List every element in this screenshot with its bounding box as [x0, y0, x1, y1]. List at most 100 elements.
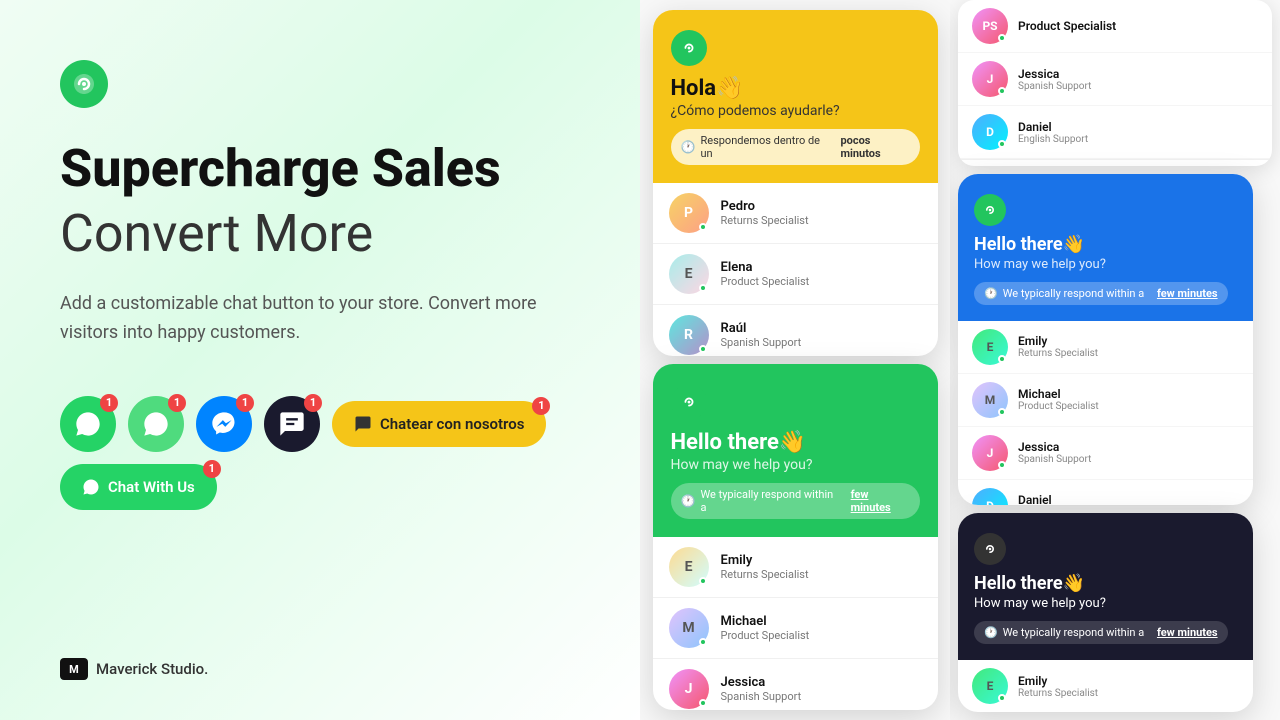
agent-role-emily-d: Returns Specialist [1018, 688, 1098, 699]
agent-name-jessica-g: Jessica [721, 675, 802, 690]
agent-role-michael-g: Product Specialist [721, 629, 810, 642]
widget-yellow-body: P Pedro Returns Specialist E Elena [653, 183, 938, 356]
maverick-logo: M Maverick Studio. [60, 658, 580, 680]
agent-name-michael-g: Michael [721, 614, 810, 629]
agent-name-emily-b: Emily [1018, 334, 1098, 348]
dark-response-text: We typically respond within a [1003, 626, 1145, 639]
agent-item-emily-b[interactable]: E Emily Returns Specialist [958, 321, 1253, 374]
widgets-col-left: Hola👋 ¿Cómo podemos ayudarle? 🕐 Responde… [640, 0, 950, 720]
badge-3: 1 [236, 394, 254, 412]
blue-response-text: We typically respond within a [1003, 287, 1145, 300]
page-headline: Supercharge Sales [60, 140, 580, 197]
widget-yellow-response-time: 🕐 Respondemos dentro de un pocos minutos [671, 129, 920, 165]
whatsapp-circle-btn-2[interactable]: 1 [128, 396, 184, 452]
agent-name-emily-g: Emily [721, 553, 809, 568]
agent-name-elena: Elena [721, 260, 810, 275]
blue-response-bold: few minutes [1157, 287, 1218, 300]
chat-with-us-btn[interactable]: Chat With Us 1 [60, 464, 217, 510]
widget-green: Hello there👋 How may we help you? 🕐 We t… [653, 364, 938, 710]
agent-item-pedro[interactable]: P Pedro Returns Specialist [653, 183, 938, 244]
chatear-btn[interactable]: Chatear con nosotros 1 [332, 401, 546, 447]
widget-dark-subgreeting: How may we help you? [974, 596, 1237, 611]
chat-circle-btn[interactable]: 1 [264, 396, 320, 452]
agent-name-daniel-top: Daniel [1018, 120, 1088, 134]
agent-role-jessica-g: Spanish Support [721, 690, 802, 703]
agent-name-specialist: Product Specialist [1018, 19, 1116, 33]
agent-item-emily-g[interactable]: E Emily Returns Specialist [653, 537, 938, 598]
agent-item-daniel-top[interactable]: D Daniel English Support [958, 106, 1272, 159]
widget-dark-logo [974, 533, 1006, 565]
agent-item-raul[interactable]: R Raúl Spanish Support [653, 305, 938, 356]
widget-dark-body: E Emily Returns Specialist [958, 660, 1253, 712]
response-time-bold: pocos minutos [840, 134, 909, 160]
widget-green-logo [671, 384, 707, 420]
agent-name-raul: Raúl [721, 321, 802, 336]
maverick-label: Maverick Studio. [96, 660, 208, 678]
widget-dark-header: Hello there👋 How may we help you? 🕐 We t… [958, 513, 1253, 660]
widget-green-greeting: Hello there👋 [671, 430, 920, 455]
agent-item-jessica-top[interactable]: J Jessica Spanish Support [958, 53, 1272, 106]
widgets-col-right: PS Product Specialist J Jessica Spanish … [950, 0, 1280, 720]
dark-response-bold: few minutes [1157, 626, 1218, 639]
agent-item-emily-d[interactable]: E Emily Returns Specialist [958, 660, 1253, 712]
agent-role-emily-g: Returns Specialist [721, 568, 809, 581]
agent-name-jessica-b: Jessica [1018, 440, 1091, 454]
agent-role-michael-b: Product Specialist [1018, 401, 1099, 412]
whatsapp-circle-btn-1[interactable]: 1 [60, 396, 116, 452]
response-time-text: Respondemos dentro de un [700, 134, 827, 160]
widget-dark-greeting: Hello there👋 [974, 573, 1237, 594]
logo-mark [60, 60, 108, 108]
badge-5: 1 [532, 397, 550, 415]
agent-item-michael-g[interactable]: M Michael Product Specialist [653, 598, 938, 659]
chatear-label: Chatear con nosotros [380, 415, 524, 433]
chat-buttons-row: 1 1 1 1 [60, 396, 580, 510]
chat-with-us-label: Chat With Us [108, 478, 195, 496]
agent-role-pedro: Returns Specialist [721, 214, 809, 227]
messenger-circle-btn[interactable]: 1 [196, 396, 252, 452]
widget-blue-subgreeting: How may we help you? [974, 257, 1237, 272]
agent-item-jessica-g[interactable]: J Jessica Spanish Support [653, 659, 938, 710]
agent-name-michael-b: Michael [1018, 387, 1099, 401]
widget-blue: Hello there👋 How may we help you? 🕐 We t… [958, 174, 1253, 505]
widget-blue-header: Hello there👋 How may we help you? 🕐 We t… [958, 174, 1253, 321]
agent-item-specialist-partial[interactable]: PS Product Specialist [958, 0, 1272, 53]
agent-name-daniel-b: Daniel [1018, 493, 1088, 505]
widget-green-subgreeting: How may we help you? [671, 457, 920, 473]
widget-blue-logo [974, 194, 1006, 226]
agent-role-jessica-top: Spanish Support [1018, 81, 1091, 92]
badge-6: 1 [203, 460, 221, 478]
agent-avatar-daniel-b: D [972, 488, 1008, 505]
right-panel: Hola👋 ¿Cómo podemos ayudarle? 🕐 Responde… [640, 0, 1280, 720]
agent-item-elena[interactable]: E Elena Product Specialist [653, 244, 938, 305]
badge-1: 1 [100, 394, 118, 412]
agent-item-daniel-b[interactable]: D Daniel English Support [958, 480, 1253, 505]
agent-role-emily-b: Returns Specialist [1018, 348, 1098, 359]
agent-item-jessica-b[interactable]: J Jessica Spanish Support [958, 427, 1253, 480]
widget-blue-body: E Emily Returns Specialist M Michael [958, 321, 1253, 505]
widget-blue-greeting: Hello there👋 [974, 234, 1237, 255]
widget-green-response-time: 🕐 We typically respond within a few minu… [671, 483, 920, 519]
agent-role-raul: Spanish Support [721, 336, 802, 349]
widget-yellow-subgreeting: ¿Cómo podemos ayudarle? [671, 103, 920, 119]
widget-yellow: Hola👋 ¿Cómo podemos ayudarle? 🕐 Responde… [653, 10, 938, 356]
widget-dark: Hello there👋 How may we help you? 🕐 We t… [958, 513, 1253, 712]
left-panel: Supercharge Sales Convert More Add a cus… [0, 0, 640, 720]
agent-item-michael-b[interactable]: M Michael Product Specialist [958, 374, 1253, 427]
page-subheadline: Convert More [60, 205, 580, 262]
agent-role-jessica-b: Spanish Support [1018, 454, 1091, 465]
agent-name-emily-d: Emily [1018, 674, 1098, 688]
widget-top-partial-footer: Find us on ♪ [958, 159, 1272, 166]
agent-role-elena: Product Specialist [721, 275, 810, 288]
agent-name-pedro: Pedro [721, 199, 809, 214]
agent-name-jessica-top: Jessica [1018, 67, 1091, 81]
widget-yellow-logo [671, 30, 707, 66]
widget-yellow-header: Hola👋 ¿Cómo podemos ayudarle? 🕐 Responde… [653, 10, 938, 183]
widget-dark-response-time: 🕐 We typically respond within a few minu… [974, 621, 1228, 644]
widget-green-header: Hello there👋 How may we help you? 🕐 We t… [653, 364, 938, 537]
widget-yellow-greeting: Hola👋 [671, 76, 920, 101]
green-response-bold: few minutes [851, 488, 910, 514]
widget-blue-response-time: 🕐 We typically respond within a few minu… [974, 282, 1228, 305]
widget-green-body: E Emily Returns Specialist M Michael [653, 537, 938, 710]
page-description: Add a customizable chat button to your s… [60, 290, 540, 348]
maverick-logo-box: M [60, 658, 88, 680]
